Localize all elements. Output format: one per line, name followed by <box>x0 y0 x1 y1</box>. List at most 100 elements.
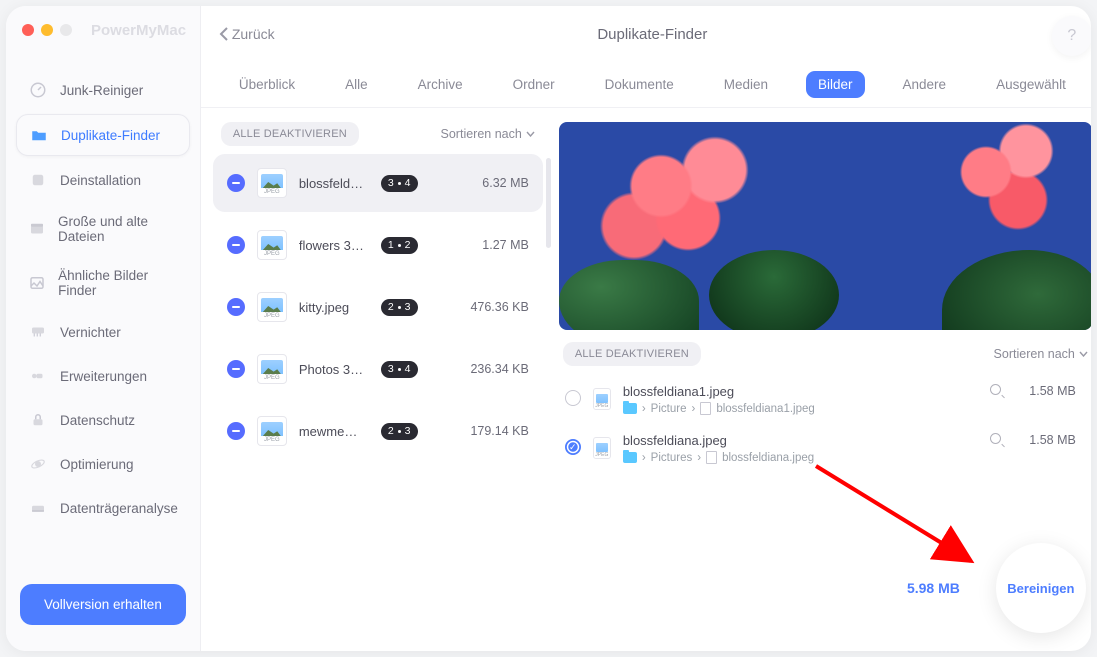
sidebar-item-label: Datenträgeranalyse <box>60 501 178 516</box>
tab-images[interactable]: Bilder <box>806 71 865 98</box>
count-badge: 12 <box>381 237 418 254</box>
tab-documents[interactable]: Dokumente <box>593 71 686 98</box>
page-title: Duplikate-Finder <box>597 26 707 43</box>
disk-icon <box>28 498 48 518</box>
lock-icon <box>28 410 48 430</box>
jpeg-thumb-icon: JPEG <box>257 416 287 446</box>
file-name: blossfeldiana.jpeg <box>623 433 978 448</box>
sidebar-item-duplicates[interactable]: Duplikate-Finder <box>16 114 190 156</box>
image-icon <box>28 273 46 293</box>
sidebar-item-label: Datenschutz <box>60 413 135 428</box>
file-size: 1.58 MB <box>1016 433 1076 447</box>
group-size: 1.27 MB <box>482 238 529 252</box>
sidebar-item-label: Duplikate-Finder <box>61 128 160 143</box>
shredder-icon <box>28 322 48 342</box>
file-path: › Picture › blossfeldiana1.jpeg <box>623 402 978 415</box>
count-badge: 34 <box>381 361 418 378</box>
minus-icon[interactable] <box>227 298 245 316</box>
minus-icon[interactable] <box>227 174 245 192</box>
folder-icon <box>623 452 637 463</box>
count-badge: 34 <box>381 175 418 192</box>
orbit-icon <box>28 454 48 474</box>
group-size: 236.34 KB <box>470 362 528 376</box>
search-icon[interactable] <box>990 433 1004 447</box>
folder-icon <box>29 125 49 145</box>
deactivate-all-detail-button[interactable]: ALLE DEAKTIVIEREN <box>563 342 701 366</box>
tab-archives[interactable]: Archive <box>406 71 475 98</box>
minus-icon[interactable] <box>227 236 245 254</box>
group-size: 179.14 KB <box>470 424 528 438</box>
file-row[interactable]: JPEG blossfeldiana.jpeg › Pictures › blo… <box>559 427 1082 470</box>
group-size: 476.36 KB <box>470 300 528 314</box>
back-label: Zurück <box>232 26 275 42</box>
puzzle-icon <box>28 366 48 386</box>
sidebar-item-shredder[interactable]: Vernichter <box>16 312 190 352</box>
group-name: flowers 3… <box>299 238 369 253</box>
clean-button[interactable]: Bereinigen <box>996 543 1086 633</box>
group-row[interactable]: JPEG Photos 3… 34 236.34 KB <box>213 340 543 398</box>
tab-other[interactable]: Andere <box>891 71 959 98</box>
sort-label: Sortieren nach <box>994 347 1075 361</box>
jpeg-thumb-icon: JPEG <box>593 437 611 459</box>
group-row[interactable]: JPEG mewme… 23 179.14 KB <box>213 402 543 460</box>
select-checkbox[interactable] <box>565 390 581 406</box>
sidebar-item-optimize[interactable]: Optimierung <box>16 444 190 484</box>
box-icon <box>28 219 46 239</box>
sidebar-item-label: Optimierung <box>60 457 134 472</box>
sidebar-item-disk[interactable]: Datenträgeranalyse <box>16 488 190 528</box>
tab-media[interactable]: Medien <box>712 71 780 98</box>
jpeg-thumb-icon: JPEG <box>593 388 611 410</box>
traffic-min[interactable] <box>41 24 53 36</box>
sidebar-item-extensions[interactable]: Erweiterungen <box>16 356 190 396</box>
sidebar-item-label: Erweiterungen <box>60 369 147 384</box>
file-name: blossfeldiana1.jpeg <box>623 384 978 399</box>
back-button[interactable]: Zurück <box>219 26 275 42</box>
search-icon[interactable] <box>990 384 1004 398</box>
sidebar-item-privacy[interactable]: Datenschutz <box>16 400 190 440</box>
count-badge: 23 <box>381 423 418 440</box>
group-name: kitty.jpeg <box>299 300 369 315</box>
deactivate-all-button[interactable]: ALLE DEAKTIVIEREN <box>221 122 359 146</box>
sidebar-item-similar[interactable]: Ähnliche Bilder Finder <box>16 258 190 308</box>
sort-label: Sortieren nach <box>441 127 522 141</box>
sidebar-item-large-old[interactable]: Große und alte Dateien <box>16 204 190 254</box>
file-size: 1.58 MB <box>1016 384 1076 398</box>
traffic-max[interactable] <box>60 24 72 36</box>
group-name: mewme… <box>299 424 369 439</box>
group-row[interactable]: JPEG flowers 3… 12 1.27 MB <box>213 216 543 274</box>
sidebar-item-junk[interactable]: Junk-Reiniger <box>16 70 190 110</box>
total-size: 5.98 MB <box>907 580 960 596</box>
jpeg-thumb-icon: JPEG <box>257 230 287 260</box>
folder-icon <box>623 403 637 414</box>
minus-icon[interactable] <box>227 360 245 378</box>
chevron-down-icon <box>526 131 535 137</box>
jpeg-thumb-icon: JPEG <box>257 168 287 198</box>
jpeg-thumb-icon: JPEG <box>257 354 287 384</box>
file-path: › Pictures › blossfeldiana.jpeg <box>623 451 978 464</box>
jpeg-thumb-icon: JPEG <box>257 292 287 322</box>
help-button[interactable]: ? <box>1052 16 1091 56</box>
sidebar-item-label: Ähnliche Bilder Finder <box>58 268 178 298</box>
chevron-down-icon <box>1079 351 1088 357</box>
sidebar-item-label: Junk-Reiniger <box>60 83 143 98</box>
minus-icon[interactable] <box>227 422 245 440</box>
traffic-close[interactable] <box>22 24 34 36</box>
group-row[interactable]: JPEG blossfeld… 34 6.32 MB <box>213 154 543 212</box>
select-checkbox[interactable] <box>565 439 581 455</box>
chevron-left-icon <box>219 27 228 41</box>
file-icon <box>700 402 711 415</box>
tab-selected[interactable]: Ausgewählt <box>984 71 1078 98</box>
scrollbar-thumb[interactable] <box>546 158 551 248</box>
tab-overview[interactable]: Überblick <box>227 71 307 98</box>
group-row[interactable]: JPEG kitty.jpeg 23 476.36 KB <box>213 278 543 336</box>
sort-detail-button[interactable]: Sortieren nach <box>994 347 1088 361</box>
sidebar-item-uninstall[interactable]: Deinstallation <box>16 160 190 200</box>
count-badge: 23 <box>381 299 418 316</box>
upgrade-button[interactable]: Vollversion erhalten <box>20 584 186 625</box>
sort-button[interactable]: Sortieren nach <box>441 127 535 141</box>
sidebar-item-label: Deinstallation <box>60 173 141 188</box>
tab-all[interactable]: Alle <box>333 71 380 98</box>
sidebar-item-label: Vernichter <box>60 325 121 340</box>
tab-folders[interactable]: Ordner <box>501 71 567 98</box>
file-row[interactable]: JPEG blossfeldiana1.jpeg › Picture › blo… <box>559 378 1082 421</box>
